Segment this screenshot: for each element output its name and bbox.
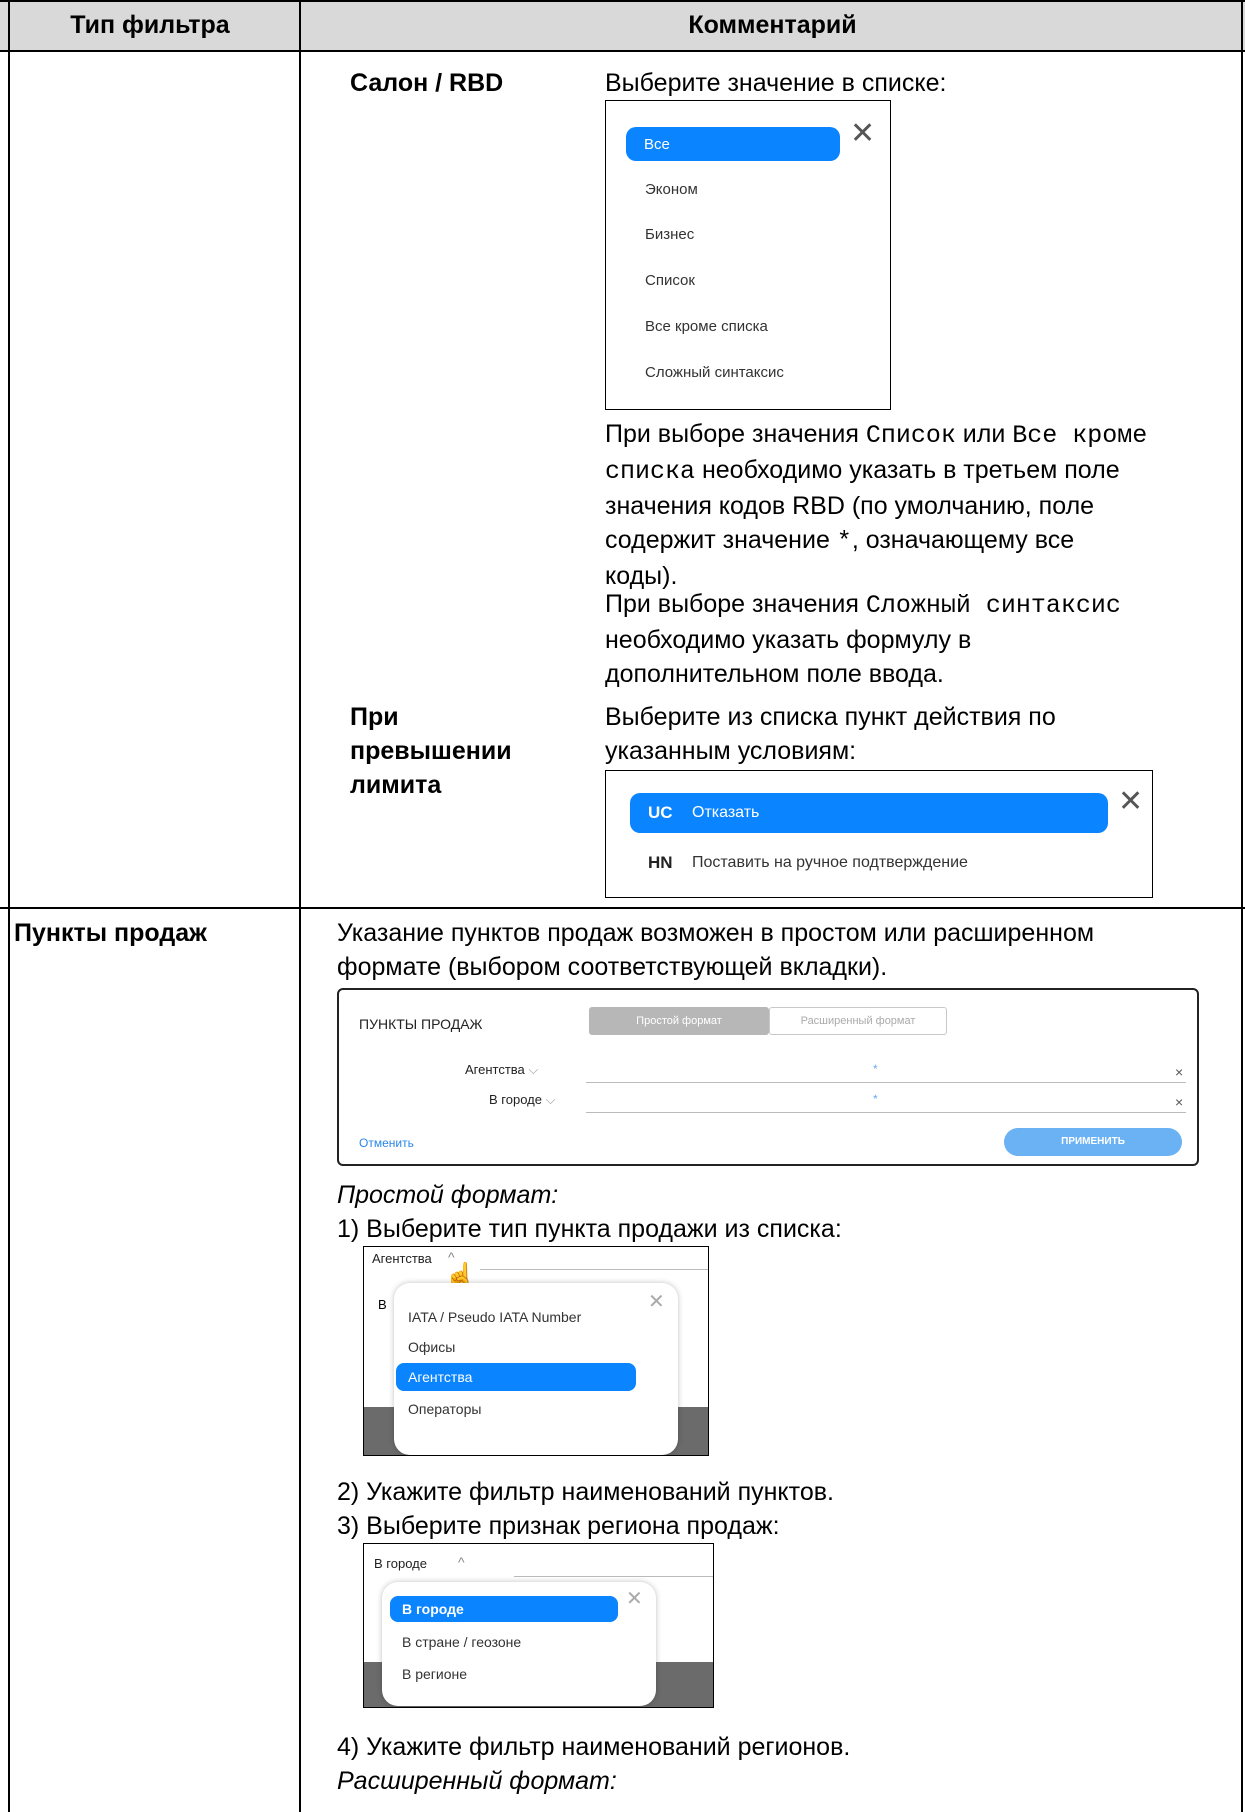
apply-button[interactable]: ПРИМЕНИТЬ <box>1004 1128 1182 1156</box>
row1-clear-icon[interactable]: × <box>1175 1064 1183 1080</box>
step-1: 1) Выберите тип пункта продажи из списка… <box>337 1215 842 1243</box>
limit-option-selected[interactable]: UC Отказать <box>630 793 1108 833</box>
type-option-selected[interactable]: Агентства <box>396 1363 636 1391</box>
table-border-middle <box>299 0 301 1812</box>
limit-dropdown: UC Отказать ✕ HN Поставить на ручное под… <box>605 770 1153 898</box>
limit-option[interactable]: HN Поставить на ручное подтверждение <box>606 851 1154 881</box>
rbd-option[interactable]: Список <box>645 272 695 289</box>
region-option[interactable]: В стране / геозоне <box>402 1634 521 1650</box>
types-dropdown-shot: Агентства ^ ☝ В ✕ IATA / Pseudo IATA Num… <box>363 1246 709 1456</box>
header-filter-type: Тип фильтра <box>70 11 230 39</box>
table-border-right <box>1241 0 1243 1812</box>
region-option-selected[interactable]: В городе <box>390 1596 618 1622</box>
sales-panel: ПУНКТЫ ПРОДАЖ Простой формат Расширенный… <box>337 988 1199 1166</box>
rbd-option[interactable]: Бизнес <box>645 226 694 243</box>
close-icon[interactable]: ✕ <box>626 1586 643 1611</box>
rbd-option[interactable]: Все кроме списка <box>645 318 768 335</box>
region-popup: ✕ В городе В стране / геозоне В регионе <box>382 1582 656 1706</box>
behind-letter: В <box>378 1297 387 1312</box>
header-line <box>480 1269 708 1270</box>
region-header[interactable]: В городе <box>374 1556 427 1571</box>
header-comment: Комментарий <box>688 11 857 39</box>
type-option[interactable]: Офисы <box>408 1339 455 1355</box>
rbd-label: Салон / RBD <box>350 69 504 97</box>
table-border-header <box>0 50 1245 52</box>
table-border-row <box>0 907 1245 909</box>
limit-instruction: Выберите из списка пункт действия по ука… <box>605 703 1056 765</box>
tab-extended-format[interactable]: Расширенный формат <box>769 1007 947 1035</box>
close-icon[interactable]: ✕ <box>1118 787 1143 817</box>
panel-title: ПУНКТЫ ПРОДАЖ <box>359 1016 483 1032</box>
tab-simple-format[interactable]: Простой формат <box>589 1007 769 1035</box>
step-4: 4) Укажите фильтр наименований регионов. <box>337 1733 851 1761</box>
rbd-dropdown: Все ✕ Эконом Бизнес Список Все кроме спи… <box>605 100 891 410</box>
type-option[interactable]: Операторы <box>408 1401 481 1417</box>
step-2: 2) Укажите фильтр наименований пунктов. <box>337 1478 834 1506</box>
table-border-left <box>8 0 10 1812</box>
rbd-option[interactable]: Сложный синтаксис <box>645 364 784 381</box>
rbd-option-selected[interactable]: Все <box>626 127 840 161</box>
row-type-select[interactable]: Агентства ⌵ <box>465 1062 538 1078</box>
types-header[interactable]: Агентства <box>372 1251 432 1266</box>
rbd-option[interactable]: Эконом <box>645 181 698 198</box>
region-option[interactable]: В регионе <box>402 1666 467 1682</box>
chevron-up-icon: ^ <box>458 1554 465 1570</box>
rbd-note-1: При выборе значения Список или Все кроме… <box>605 420 1148 590</box>
sales-label: Пункты продаж <box>14 919 207 947</box>
rbd-instruction: Выберите значение в списке: <box>605 69 947 97</box>
rbd-note-2: При выборе значения Сложный синтаксис не… <box>605 590 1121 688</box>
row2-clear-icon[interactable]: × <box>1175 1094 1183 1110</box>
row1-value: * <box>873 1062 878 1076</box>
header-line <box>514 1576 713 1577</box>
row1-input-line[interactable] <box>586 1082 1186 1083</box>
types-popup: ✕ IATA / Pseudo IATA Number Офисы Агентс… <box>394 1283 678 1455</box>
region-dropdown-shot: В городе ^ ✕ В городе В стране / геозоне… <box>363 1543 714 1708</box>
limit-label: При превышении лимита <box>350 703 512 799</box>
table-border-top <box>0 0 1245 2</box>
type-option[interactable]: IATA / Pseudo IATA Number <box>408 1309 581 1325</box>
simple-format-heading: Простой формат: <box>337 1181 559 1209</box>
sales-intro: Указание пунктов продаж возможен в прост… <box>337 919 1095 981</box>
close-icon[interactable]: ✕ <box>850 119 875 149</box>
close-icon[interactable]: ✕ <box>648 1289 665 1314</box>
row-region-select[interactable]: В городе ⌵ <box>489 1092 555 1108</box>
cancel-link[interactable]: Отменить <box>359 1136 414 1150</box>
row2-input-line[interactable] <box>586 1112 1186 1113</box>
step-3: 3) Выберите признак региона продаж: <box>337 1512 780 1540</box>
row2-value: * <box>873 1092 878 1106</box>
extended-format-heading: Расширенный формат: <box>337 1767 617 1795</box>
